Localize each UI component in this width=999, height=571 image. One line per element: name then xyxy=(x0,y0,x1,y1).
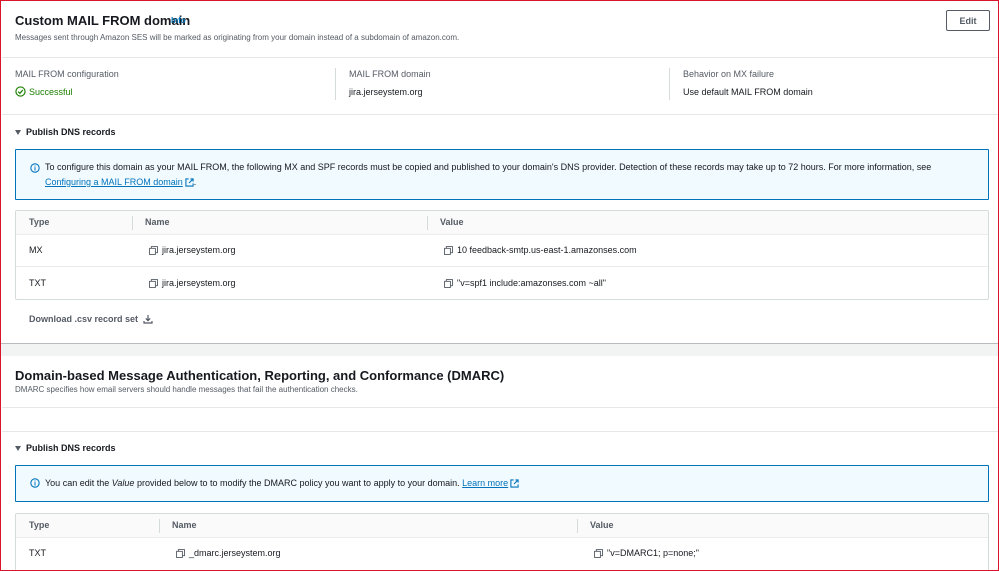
external-link-icon xyxy=(185,178,194,187)
success-check-icon xyxy=(15,86,26,97)
copy-icon[interactable] xyxy=(444,278,453,288)
config-status-text: Successful xyxy=(29,86,73,97)
name-header: Name xyxy=(145,217,170,227)
config-label: MAIL FROM configuration xyxy=(15,69,119,79)
row-value-text: 10 feedback-smtp.us-east-1.amazonses.com xyxy=(457,245,637,255)
config-status: Successful xyxy=(15,86,73,97)
info-alert: You can edit the Value provided below to… xyxy=(15,465,989,502)
info-circle-icon xyxy=(30,163,40,173)
edit-button[interactable]: Edit xyxy=(946,10,990,31)
row-type: MX xyxy=(29,245,43,255)
table-row: MX jira.jerseystem.org 10 feedback-smtp.… xyxy=(16,235,988,267)
value-header: Value xyxy=(590,520,614,530)
row-name: jira.jerseystem.org xyxy=(149,278,236,288)
alert-text: You can edit the Value provided below to… xyxy=(45,476,975,491)
configuring-mail-from-link[interactable]: Configuring a MAIL FROM domain xyxy=(45,177,183,187)
alert-text-part: To configure this domain as your MAIL FR… xyxy=(45,162,932,172)
download-csv-label: Download .csv record set xyxy=(29,314,139,324)
row-type: TXT xyxy=(29,278,46,288)
copy-icon[interactable] xyxy=(149,245,158,255)
publish-dns-label: Publish DNS records xyxy=(26,127,116,137)
header-separator xyxy=(132,216,133,230)
behavior-label: Behavior on MX failure xyxy=(683,69,775,79)
dns-records-table: Type Name Value MX jira.jerseystem.org 1… xyxy=(15,210,989,300)
publish-dns-toggle[interactable]: Publish DNS records xyxy=(15,127,116,137)
caret-down-icon xyxy=(15,445,21,451)
row-value: "v=spf1 include:amazonses.com ~all" xyxy=(444,278,606,288)
info-circle-icon xyxy=(30,478,40,488)
behavior-value: Use default MAIL FROM domain xyxy=(683,87,813,97)
row-name: jira.jerseystem.org xyxy=(149,245,236,255)
row-name-text: _dmarc.jerseystem.org xyxy=(189,548,281,558)
table-header: Type Name Value xyxy=(16,211,988,235)
row-name-text: jira.jerseystem.org xyxy=(162,245,236,255)
alert-text-part: You can edit the xyxy=(45,478,110,488)
column-separator xyxy=(669,68,670,100)
info-link[interactable]: Info xyxy=(171,16,186,25)
alert-text: To configure this domain as your MAIL FR… xyxy=(45,160,975,190)
download-csv-button[interactable]: Download .csv record set xyxy=(29,314,153,324)
table-row: TXT jira.jerseystem.org "v=spf1 include:… xyxy=(16,267,988,300)
row-type: TXT xyxy=(29,548,46,558)
alert-italic-value: Value xyxy=(111,478,135,488)
row-value-text: "v=spf1 include:amazonses.com ~all" xyxy=(457,278,606,288)
row-value: 10 feedback-smtp.us-east-1.amazonses.com xyxy=(444,245,637,255)
dmarc-records-table: Type Name Value TXT _dmarc.jerseystem.or… xyxy=(15,513,989,571)
section-divider xyxy=(2,431,999,432)
caret-down-icon xyxy=(15,129,21,135)
dmarc-title: Domain-based Message Authentication, Rep… xyxy=(15,368,505,383)
mail-from-description: Messages sent through Amazon SES will be… xyxy=(15,33,460,42)
learn-more-link[interactable]: Learn more xyxy=(462,478,508,488)
type-header: Type xyxy=(29,217,50,227)
column-separator xyxy=(335,68,336,100)
header-separator xyxy=(577,519,578,533)
table-row: TXT _dmarc.jerseystem.org "v=DMARC1; p=n… xyxy=(16,538,988,570)
copy-icon[interactable] xyxy=(594,548,603,558)
alert-text-end: . xyxy=(193,177,197,187)
value-header: Value xyxy=(440,217,464,227)
row-value-text: "v=DMARC1; p=none;" xyxy=(607,548,699,558)
row-value: "v=DMARC1; p=none;" xyxy=(594,548,699,558)
mail-from-panel: Custom MAIL FROM domain Info Messages se… xyxy=(1,1,999,343)
header-divider xyxy=(2,407,999,408)
copy-icon[interactable] xyxy=(176,548,185,558)
panel-gap xyxy=(1,343,998,356)
section-divider xyxy=(2,114,999,115)
domain-label: MAIL FROM domain xyxy=(349,69,431,79)
header-separator xyxy=(427,216,428,230)
dmarc-description: DMARC specifies how email servers should… xyxy=(15,385,358,394)
name-header: Name xyxy=(172,520,197,530)
row-name-text: jira.jerseystem.org xyxy=(162,278,236,288)
table-header: Type Name Value xyxy=(16,514,988,538)
header-separator xyxy=(159,519,160,533)
publish-dns-toggle[interactable]: Publish DNS records xyxy=(15,443,116,453)
download-icon xyxy=(143,315,153,324)
mail-from-title: Custom MAIL FROM domain xyxy=(15,13,191,28)
external-link-icon xyxy=(510,479,519,488)
info-alert: To configure this domain as your MAIL FR… xyxy=(15,149,989,200)
type-header: Type xyxy=(29,520,50,530)
copy-icon[interactable] xyxy=(444,245,453,255)
alert-text-part: provided below to to modify the DMARC po… xyxy=(136,478,460,488)
copy-icon[interactable] xyxy=(149,278,158,288)
domain-value: jira.jerseystem.org xyxy=(349,87,423,97)
row-name: _dmarc.jerseystem.org xyxy=(176,548,281,558)
dmarc-panel: Domain-based Message Authentication, Rep… xyxy=(1,356,999,571)
publish-dns-label: Publish DNS records xyxy=(26,443,116,453)
header-divider xyxy=(2,57,999,58)
